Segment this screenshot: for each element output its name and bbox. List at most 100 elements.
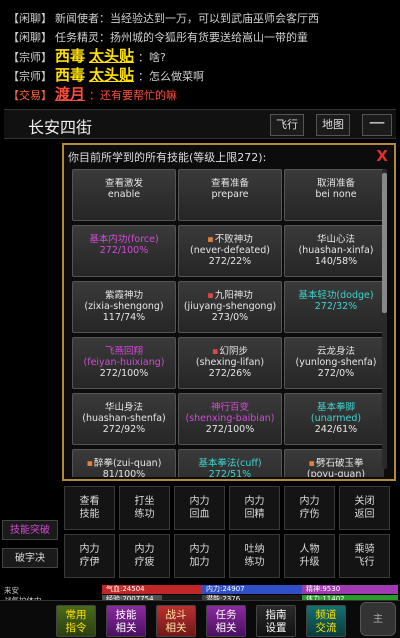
action-button[interactable]: 内力 回血 [174,486,225,530]
action-button[interactable]: 内力 加力 [174,534,225,578]
skill-card[interactable]: 查看激发 enable [72,169,176,221]
skill-card[interactable]: ▪幻阴步 (shexing-lifan) 272/26% [178,337,282,389]
action-button[interactable]: 内力 疗伊 [64,534,115,578]
status-bar-label: 精神:9530 [306,585,341,593]
skill-card-line3: 273/0% [211,312,249,323]
tab-button[interactable]: 频道 交流 [306,605,346,637]
skill-card-line2: (jiuyang-shengong) [183,301,277,312]
skill-card-line3: 272/100% [205,424,255,435]
chat-speaker: 新闻使者： [55,12,110,25]
skill-card-line2: prepare [211,189,249,200]
skill-card[interactable]: 紫霞神功 (zixia-shengong) 117/74% [72,281,176,333]
skill-name: 幻阴步 [219,346,248,357]
chat-player-title[interactable]: 太头贴 [89,66,134,84]
tab-button[interactable]: 指南 设置 [256,605,296,637]
skill-card-line1: ▪九阳神功 [179,290,281,301]
skill-card-line2: (huashan-xinfa) [298,245,374,256]
skill-card-line3: 140/58% [314,256,358,267]
skill-card[interactable]: 华山心法 (huashan-xinfa) 140/58% [284,225,384,277]
chat-player-title[interactable]: 太头贴 [89,47,134,65]
status-bar: 内力:24907 [202,585,302,594]
tab-button[interactable]: 技能 相关 [106,605,146,637]
skill-card-line3: 272/100% [99,368,149,379]
skill-card-line1: 基本轻功(dodge) [298,290,374,301]
skill-card-line1: 华山心法 [316,234,355,245]
skill-card-line2: 81/100% [102,469,146,477]
skill-name: 醉拳(zui-quan) [94,458,162,469]
action-grid: 查看 技能 打坐 练功 内力 回血 内力 回精 内力 疗伤 关闭 返回内力 疗伊 内力 疗疲 内力 加力 吐纳 练功… [62,486,396,582]
skill-card-line1: 飞燕回翔 [104,346,143,357]
chat-text: ：怎么做菜啊 [138,70,205,83]
skill-card-line2: (shenxing-baibian) [185,413,275,424]
action-button[interactable]: 内力 疗伤 [284,486,335,530]
skill-mark-icon: ▪ [86,458,94,469]
skill-card[interactable]: 神行百变 (shenxing-baibian) 272/100% [178,393,282,445]
skill-card-line2: (unarmed) [310,413,362,424]
chat-player-name[interactable]: 西毒 [55,66,85,84]
skill-card-line3: 272/0% [317,368,355,379]
skill-card[interactable]: 华山身法 (huashan-shenfa) 272/92% [72,393,176,445]
skill-card-line2: 272/51% [208,469,252,477]
chat-player-name[interactable]: 渡月 [55,85,85,103]
skill-card[interactable]: ▪不败神功 (never-defeated) 272/22% [178,225,282,277]
status-bar-label: 内力:24907 [206,585,245,593]
action-button[interactable]: 乘骑 飞行 [339,534,390,578]
skill-card-line2: (zixia-shengong) [84,301,164,312]
skill-card-line1: 查看激发 [104,178,143,189]
skill-card-line2: bei none [315,189,357,200]
skill-grid[interactable]: 查看激发 enable 查看准备 prepare 取消准备 bei none 基本内功(fo… [72,169,384,477]
skill-card[interactable]: 查看准备 prepare [178,169,282,221]
skills-panel-title: 你目前所学到的所有技能(等级上限272): [68,151,267,164]
chat-line: 【宗师】 西毒 太头贴 ：啥? [0,47,400,66]
map-button[interactable]: 地图 [316,114,350,136]
chat-channel: 【宗师】 [8,51,52,64]
skill-card[interactable]: 基本拳法(cuff) 272/51% [178,449,282,477]
skill-card-line1: 查看准备 [210,178,249,189]
fly-button[interactable]: 飞行 [270,114,304,136]
main-menu-button[interactable]: 主 [360,602,396,636]
chat-line-partial [0,0,400,9]
action-button[interactable]: 内力 回精 [229,486,280,530]
skill-card[interactable]: ▪醉拳(zui-quan) 81/100% [72,449,176,477]
bottom-tabs: 常用 指令 技能 相关 战斗 相关 任务 相关 指南 设置 频道 交流 [0,600,400,638]
skill-name: 劈石破玉拳 [315,458,364,469]
tab-button[interactable]: 战斗 相关 [156,605,196,637]
menu-button[interactable]: 一 [362,114,392,136]
action-button[interactable]: 内力 疗疲 [119,534,170,578]
skill-card-line3: 272/26% [208,368,252,379]
skill-card[interactable]: 飞燕回翔 (feiyan-huixiang) 272/100% [72,337,176,389]
skill-card-line1: ▪幻阴步 [179,346,281,357]
chat-player-name[interactable]: 西毒 [55,47,85,65]
break-word-button[interactable]: 破字决 [2,548,58,568]
action-button[interactable]: 吐纳 练功 [229,534,280,578]
skill-mark-icon: ▪ [207,234,214,245]
action-button[interactable]: 人物 升级 [284,534,335,578]
skill-card-line2: (huashan-shenfa) [82,413,166,424]
chat-text: ：啥? [138,51,166,64]
scrollbar-thumb[interactable] [382,173,387,313]
skill-card-line2: 272/32% [314,301,358,312]
action-button[interactable]: 查看 技能 [64,486,115,530]
skill-card-line3: 242/61% [314,424,358,435]
action-button[interactable]: 关闭 返回 [339,486,390,530]
skill-card[interactable]: ▪九阳神功 (jiuyang-shengong) 273/0% [178,281,282,333]
skill-card-line1: 华山身法 [104,402,143,413]
close-icon[interactable]: X [376,147,388,165]
skill-card[interactable]: 基本内功(force) 272/100% [72,225,176,277]
skill-card-line1: 基本内功(force) [89,234,159,245]
skill-card[interactable]: ▪劈石破玉拳 (poyu-quan) [284,449,384,477]
skill-card[interactable]: 基本轻功(dodge) 272/32% [284,281,384,333]
tab-button[interactable]: 任务 相关 [206,605,246,637]
skill-card-line2: (feiyan-huixiang) [83,357,165,368]
chat-log[interactable]: 【闲聊】 新闻使者：当经验达到一万，可以到武庙巫师会客厅西 【闲聊】 任务精灵：扬州… [0,0,400,108]
action-button[interactable]: 打坐 练功 [119,486,170,530]
skill-card[interactable]: 取消准备 bei none [284,169,384,221]
chat-line: 【闲聊】 新闻使者：当经验达到一万，可以到武庙巫师会客厅西 [0,9,400,28]
skill-breakthrough-button[interactable]: 技能突破 [2,520,58,540]
skill-card[interactable]: 云龙身法 (yunlong-shenfa) 272/0% [284,337,384,389]
tab-button[interactable]: 常用 指令 [56,605,96,637]
skill-card[interactable]: 基本拳脚 (unarmed) 242/61% [284,393,384,445]
chat-line: 【交易】 渡月 ：还有要帮忙的嘛 [0,85,400,104]
chat-channel: 【闲聊】 [8,12,52,25]
skills-panel: 你目前所学到的所有技能(等级上限272): X 查看激发 enable 查看准备 pr… [62,143,396,481]
